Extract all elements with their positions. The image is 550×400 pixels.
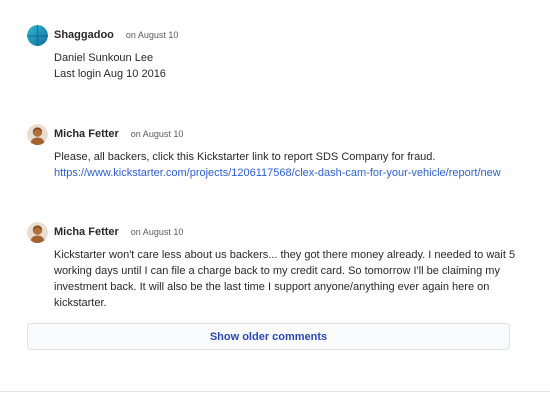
comment-author[interactable]: Shaggadoo [54,29,114,41]
show-older-comments-button[interactable]: Show older comments [27,323,510,350]
divider [0,391,550,392]
comment-body: Daniel Sunkoun Lee Last login Aug 10 201… [54,50,520,82]
comment-item: Micha Fetter on August 10 Please, all ba… [27,123,520,181]
comment-item: Shaggadoo on August 10 Daniel Sunkoun Le… [27,24,520,82]
comment-body: Kickstarter won't care less about us bac… [54,247,520,311]
comment-date: on August 10 [125,30,179,40]
comment-text-line: Please, all backers, click this Kickstar… [54,151,436,163]
comment-body: Please, all backers, click this Kickstar… [54,149,520,181]
teal-globe-avatar-icon[interactable] [27,24,48,46]
report-link[interactable]: https://www.kickstarter.com/projects/120… [54,167,501,179]
comment-date: on August 10 [130,129,184,139]
comment-header: Micha Fetter on August 10 [27,123,520,145]
comment-author[interactable]: Micha Fetter [54,128,119,140]
comment-text-line: Kickstarter won't care less about us bac… [54,249,516,309]
comment-item: Micha Fetter on August 10 Kickstarter wo… [27,221,520,311]
person-photo-avatar-icon[interactable] [27,221,48,243]
comment-header: Shaggadoo on August 10 [27,24,520,46]
person-photo-avatar-icon[interactable] [27,123,48,145]
comment-text-line: Daniel Sunkoun Lee [54,52,154,64]
comment-text-line: Last login Aug 10 2016 [54,68,166,80]
comment-date: on August 10 [130,227,184,237]
comment-author[interactable]: Micha Fetter [54,226,119,238]
comments-page: Shaggadoo on August 10 Daniel Sunkoun Le… [0,0,550,400]
comment-header: Micha Fetter on August 10 [27,221,520,243]
